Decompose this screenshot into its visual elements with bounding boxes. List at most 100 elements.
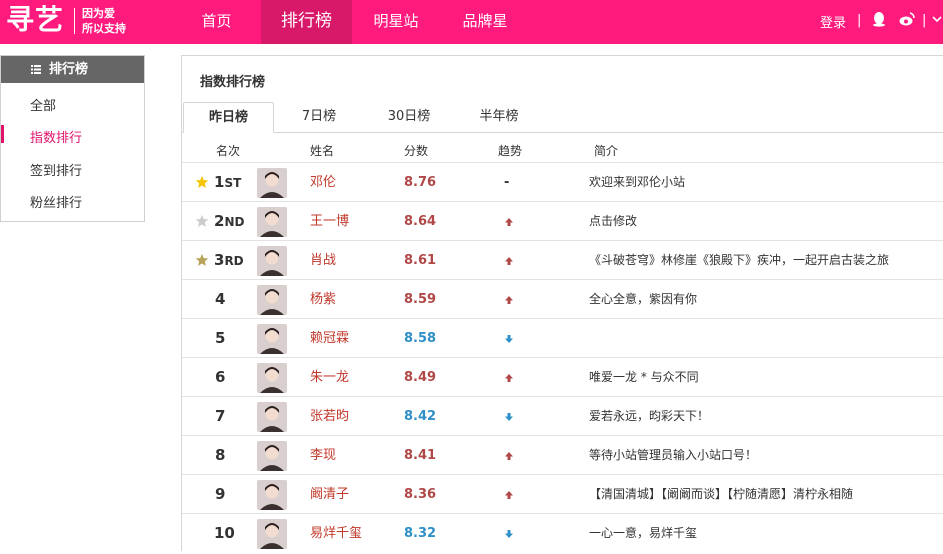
table-row: 8 李现 8.41 等待小站管理员输入小站口号！ (182, 435, 943, 474)
table-row: 5 赖冠霖 8.58 (182, 318, 943, 357)
score-value: 8.76 (404, 175, 437, 190)
intro-text: 欢迎来到邓伦小站 (589, 175, 686, 189)
rank-value: 9 (215, 485, 226, 503)
arrow-up-icon (505, 218, 513, 226)
score-value: 8.61 (404, 253, 437, 268)
table-row: 10 易烊千玺 8.32 一心一意，易烊千玺 (182, 513, 943, 552)
intro-text: 点击修改 (589, 214, 638, 228)
qq-icon[interactable] (871, 11, 887, 27)
rank-value: 7 (215, 407, 226, 425)
avatar[interactable] (257, 519, 287, 549)
ranking-panel: 指数排行榜 昨日榜 7日榜 30日榜 半年榜 名次 姓名 分数 趋势 简介 1S… (181, 55, 943, 551)
table-row: 9 阚清子 8.36 【清国清城】【阚阚而谈】【柠随清愿】清柠永相随 (182, 474, 943, 513)
score-value: 8.41 (404, 448, 437, 463)
panel-title: 指数排行榜 (200, 75, 266, 90)
star-name-link[interactable]: 赖冠霖 (310, 319, 349, 358)
avatar[interactable] (257, 246, 287, 276)
rank-value: 5 (215, 329, 226, 347)
star-name-link[interactable]: 王一博 (310, 202, 349, 241)
main-nav: 首页 排行榜 明星站 品牌星 (172, 0, 530, 44)
tab-yesterday[interactable]: 昨日榜 (183, 102, 274, 133)
avatar[interactable] (257, 168, 287, 198)
rank-number: 1ST (214, 163, 241, 202)
rank-star-icon (195, 253, 209, 266)
star-name-link[interactable]: 杨紫 (310, 280, 336, 319)
rank-value: 3 (214, 251, 225, 269)
rank-number: 7 (215, 397, 225, 436)
intro-text: 等待小站管理员输入小站口号！ (589, 448, 758, 462)
score-value: 8.58 (404, 331, 437, 346)
site-logo[interactable]: 寻艺 (6, 3, 64, 37)
arrow-down-icon (505, 335, 513, 343)
nav-home[interactable]: 首页 (172, 0, 261, 44)
header-divider: | (857, 13, 862, 28)
avatar[interactable] (257, 285, 287, 315)
rank-value: 4 (215, 290, 226, 308)
score-value: 8.36 (404, 487, 437, 502)
sidebar-item-checkin-ranking[interactable]: 签到排行 (30, 160, 82, 179)
chevron-down-icon[interactable] (932, 11, 942, 27)
star-name-link[interactable]: 李现 (310, 436, 336, 475)
arrow-down-icon (505, 530, 513, 538)
arrow-up-icon (505, 257, 513, 265)
arrow-up-icon (505, 452, 513, 460)
sidebar: 排行榜 全部 指数排行 签到排行 粉丝排行 (0, 55, 145, 222)
avatar[interactable] (257, 441, 287, 471)
login-link[interactable]: 登录 (820, 12, 846, 31)
rank-value: 6 (215, 368, 226, 386)
rank-number: 6 (215, 358, 225, 397)
sidebar-item-index-ranking[interactable]: 指数排行 (30, 127, 82, 146)
col-name: 姓名 (310, 144, 335, 158)
rank-number: 4 (215, 280, 225, 319)
intro-text: 爱若永远，昀彩天下！ (589, 409, 710, 423)
avatar[interactable] (257, 402, 287, 432)
arrow-down-icon (505, 413, 513, 421)
avatar[interactable] (257, 480, 287, 510)
tab-7-days[interactable]: 7日榜 (274, 102, 364, 133)
rank-number: 2ND (214, 202, 244, 241)
score-value: 8.42 (404, 409, 437, 424)
intro-text: 唯爱一龙 * 与众不同 (589, 370, 699, 384)
table-row: 4 杨紫 8.59 全心全意，紫因有你 (182, 279, 943, 318)
rank-value: 10 (214, 524, 235, 542)
avatar[interactable] (257, 363, 287, 393)
star-name-link[interactable]: 张若昀 (310, 397, 349, 436)
nav-brand-star[interactable]: 品牌星 (440, 0, 530, 44)
col-score: 分数 (404, 144, 429, 158)
sidebar-item-all[interactable]: 全部 (30, 95, 56, 114)
rank-number: 3RD (214, 241, 244, 280)
star-name-link[interactable]: 易烊千玺 (310, 514, 362, 553)
col-intro: 简介 (594, 144, 619, 158)
sidebar-header: 排行榜 (1, 56, 144, 83)
arrow-up-icon (505, 296, 513, 304)
avatar[interactable] (257, 324, 287, 354)
score-value: 8.59 (404, 292, 437, 307)
star-name-link[interactable]: 阚清子 (310, 475, 349, 514)
slogan-line-2: 所以支持 (82, 22, 126, 35)
star-name-link[interactable]: 朱一龙 (310, 358, 349, 397)
top-navigation-bar: 寻艺 因为爱 所以支持 首页 排行榜 明星站 品牌星 登录 | | (0, 0, 943, 44)
score-value: 8.32 (404, 526, 437, 541)
sidebar-title: 排行榜 (49, 62, 89, 77)
tab-30-days[interactable]: 30日榜 (364, 102, 454, 133)
rank-value: 2 (214, 212, 225, 230)
arrow-up-icon (505, 374, 513, 382)
star-name-link[interactable]: 邓伦 (310, 163, 336, 202)
nav-star-station[interactable]: 明星站 (352, 0, 440, 44)
sidebar-item-fans-ranking[interactable]: 粉丝排行 (30, 192, 82, 211)
weibo-icon[interactable] (899, 11, 915, 27)
trend-flat: - (504, 175, 510, 190)
score-value: 8.49 (404, 370, 437, 385)
logo-divider (74, 8, 75, 34)
star-name-link[interactable]: 肖战 (310, 241, 336, 280)
rank-star-icon (195, 175, 209, 188)
rank-number: 9 (215, 475, 225, 514)
tab-half-year[interactable]: 半年榜 (454, 102, 544, 133)
active-indicator (1, 125, 4, 143)
rank-number: 5 (215, 319, 225, 358)
avatar[interactable] (257, 207, 287, 237)
nav-ranking[interactable]: 排行榜 (261, 0, 352, 44)
table-row: 3RD 肖战 8.61 《斗破苍穹》林修崖《狼殿下》疾冲，一起开启古装之旅 (182, 240, 943, 279)
site-slogan: 因为爱 所以支持 (82, 6, 126, 36)
score-value: 8.64 (404, 214, 437, 229)
